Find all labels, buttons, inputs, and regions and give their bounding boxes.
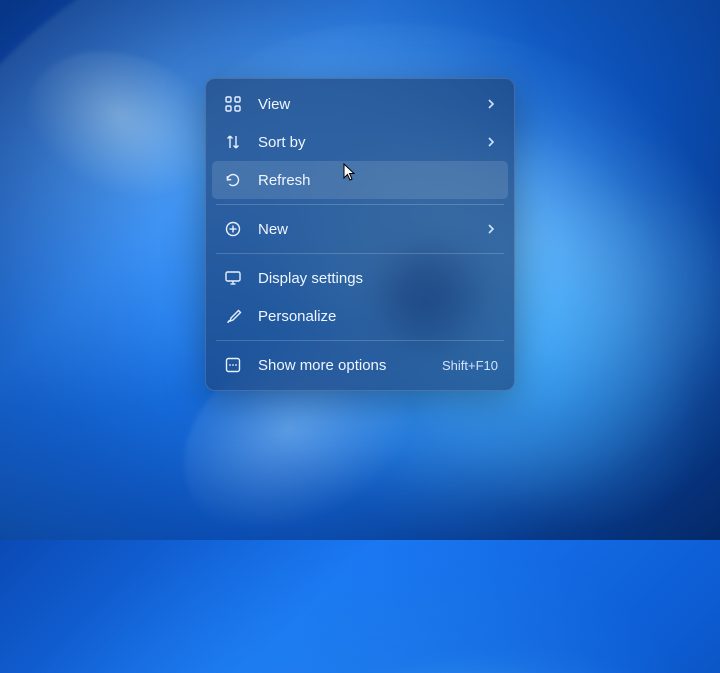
desktop-context-menu: View Sort by Refresh New Display setting… xyxy=(205,78,515,391)
menu-label: New xyxy=(258,221,484,238)
more-options-icon xyxy=(222,354,244,376)
menu-label: View xyxy=(258,96,484,113)
view-grid-icon xyxy=(222,93,244,115)
menu-item-personalize[interactable]: Personalize xyxy=(212,297,508,335)
menu-item-new[interactable]: New xyxy=(212,210,508,248)
menu-item-display-settings[interactable]: Display settings xyxy=(212,259,508,297)
paintbrush-icon xyxy=(222,305,244,327)
refresh-icon xyxy=(222,169,244,191)
chevron-right-icon xyxy=(484,135,498,149)
menu-label: Personalize xyxy=(258,308,498,325)
menu-separator xyxy=(216,340,504,341)
plus-circle-icon xyxy=(222,218,244,240)
menu-label: Show more options xyxy=(258,357,442,374)
menu-item-sort-by[interactable]: Sort by xyxy=(212,123,508,161)
menu-label: Sort by xyxy=(258,134,484,151)
mouse-cursor xyxy=(343,163,357,183)
chevron-right-icon xyxy=(484,97,498,111)
menu-item-show-more-options[interactable]: Show more options Shift+F10 xyxy=(212,346,508,384)
menu-item-refresh[interactable]: Refresh xyxy=(212,161,508,199)
menu-item-view[interactable]: View xyxy=(212,85,508,123)
menu-shortcut: Shift+F10 xyxy=(442,358,498,373)
display-icon xyxy=(222,267,244,289)
chevron-right-icon xyxy=(484,222,498,236)
menu-label: Display settings xyxy=(258,270,498,287)
menu-separator xyxy=(216,204,504,205)
menu-label: Refresh xyxy=(258,172,498,189)
sort-arrows-icon xyxy=(222,131,244,153)
menu-separator xyxy=(216,253,504,254)
